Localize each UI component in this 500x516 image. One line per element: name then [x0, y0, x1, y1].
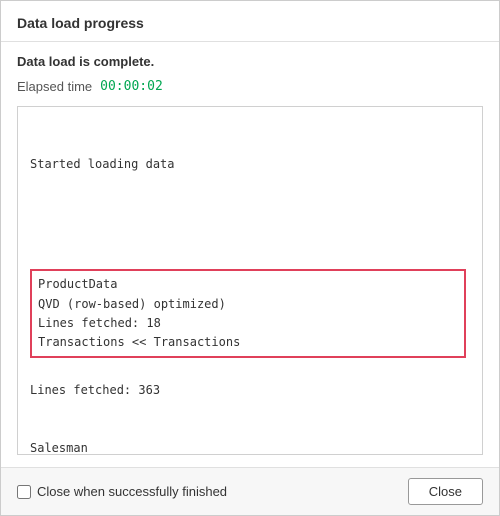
close-checkbox-label[interactable]: Close when successfully finished — [17, 484, 227, 499]
log-started: Started loading data — [30, 155, 470, 174]
dialog-footer: Close when successfully finished Close — [1, 467, 499, 515]
log-content: Started loading data ProductData QVD (ro… — [30, 117, 470, 455]
elapsed-value: 00:00:02 — [100, 79, 163, 94]
close-checkbox-text: Close when successfully finished — [37, 484, 227, 499]
log-line-1: Lines fetched: 363 — [30, 381, 470, 400]
dialog-body: Data load is complete. Elapsed time 00:0… — [1, 42, 499, 467]
log-spacer-1 — [30, 217, 470, 227]
highlighted-partial: Transactions << Transactions — [38, 335, 240, 349]
highlighted-line-1: ProductData QVD (row-based) optimized) L… — [38, 277, 226, 329]
log-line-2: Salesman — [30, 439, 470, 455]
highlighted-block: ProductData QVD (row-based) optimized) L… — [30, 269, 466, 358]
elapsed-row: Elapsed time 00:00:02 — [17, 79, 483, 94]
elapsed-label: Elapsed time — [17, 79, 92, 94]
close-checkbox[interactable] — [17, 485, 31, 499]
log-container[interactable]: Started loading data ProductData QVD (ro… — [17, 106, 483, 455]
status-complete: Data load is complete. — [17, 54, 483, 69]
dialog-title: Data load progress — [17, 15, 144, 31]
close-button[interactable]: Close — [408, 478, 483, 505]
data-load-dialog: Data load progress Data load is complete… — [0, 0, 500, 516]
dialog-header: Data load progress — [1, 1, 499, 42]
